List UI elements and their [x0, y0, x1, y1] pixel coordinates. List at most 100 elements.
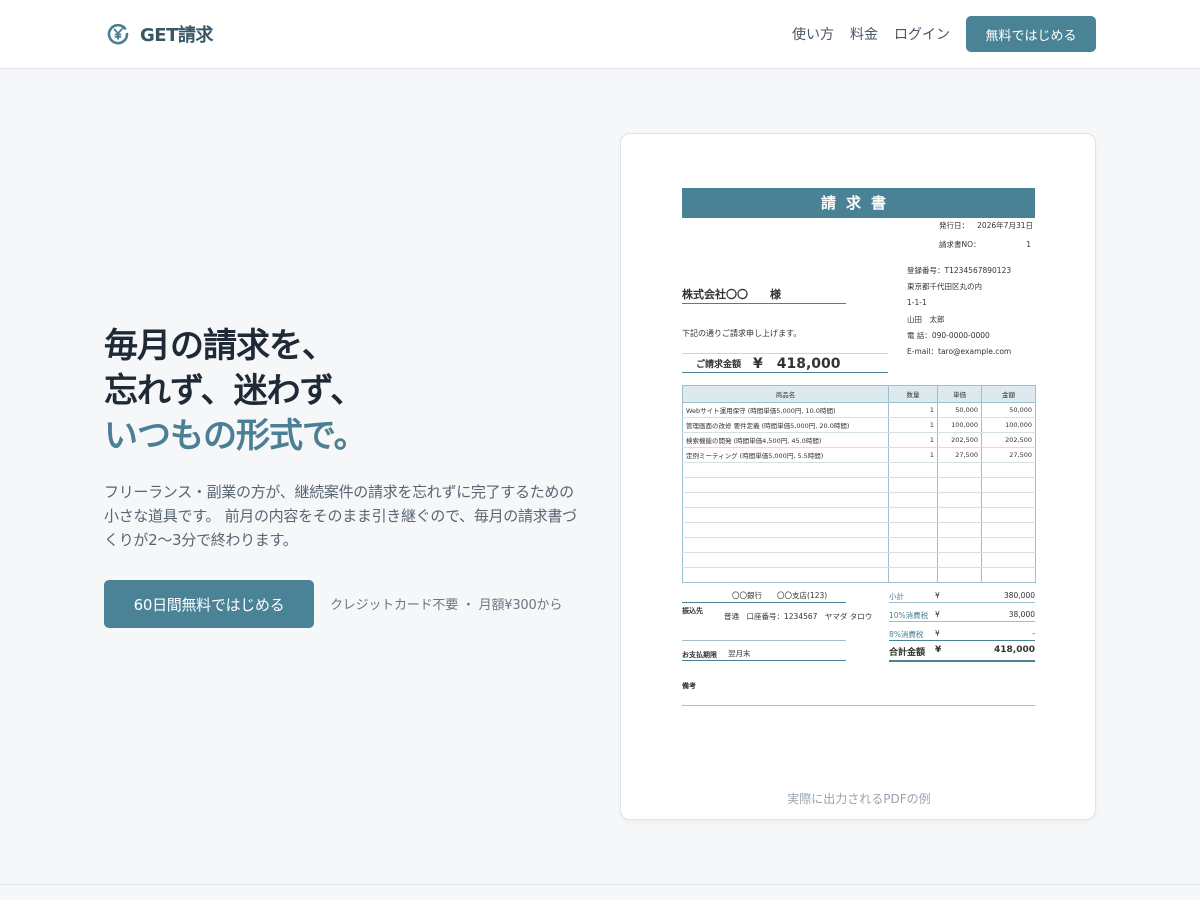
item-unit-price: 202,500: [937, 432, 982, 448]
empty-cell: [937, 477, 982, 493]
empty-cell: [888, 477, 938, 493]
tax8-yen: ¥: [935, 629, 940, 638]
nav-how-to[interactable]: 使い方: [792, 24, 834, 44]
client-company: 株式会社〇〇: [682, 288, 748, 301]
logo[interactable]: GET請求: [106, 21, 213, 47]
tax10-divider: [889, 621, 1035, 622]
hero-title-accent: いつもの形式で。: [104, 416, 368, 456]
bank-name: 〇〇銀行 〇〇支店(123): [732, 591, 828, 600]
empty-cell: [682, 567, 889, 583]
hero-title-line-2: 忘れず、迷わず、: [104, 371, 364, 411]
empty-cell: [981, 537, 1036, 553]
empty-cell: [888, 552, 938, 568]
issuer-address-1: 東京都千代田区丸の内: [907, 282, 982, 291]
start-free-button[interactable]: 無料ではじめる: [966, 16, 1096, 52]
subtotal-value: 380,000: [1003, 591, 1035, 600]
issue-date: 2026年7月31日: [977, 221, 1033, 230]
col-unit-price: 単価: [937, 385, 982, 403]
empty-cell: [682, 537, 889, 553]
empty-cell: [682, 477, 889, 493]
section-divider: [0, 884, 1200, 885]
empty-cell: [981, 567, 1036, 583]
item-name: 定例ミーティング (時間単価5,000円, 5.5時間): [682, 447, 889, 463]
bank-account: 普通 口座番号：1234567 ヤマダ タロウ: [724, 612, 873, 621]
invoice-items-table: 商品名 数量 単価 金額 Webサイト運用保守 (時間単価5,000円, 10.…: [682, 385, 1036, 583]
grand-total-underline: [889, 660, 1035, 662]
issuer-name: 山田 太郎: [907, 315, 945, 324]
invoice-intro: 下記の通りご請求申し上げます。: [682, 329, 802, 338]
tax8-row: 8%消費税 ¥ -: [889, 629, 1035, 640]
issuer-phone: 電 話：090-0000-0000: [907, 331, 990, 340]
client-name: 株式会社〇〇 様: [682, 286, 846, 304]
item-amount: 27,500: [981, 447, 1036, 463]
invoice-preview: 請求書 発行日： 2026年7月31日 請求書NO： 1 登録番号：T12345…: [682, 188, 1036, 708]
empty-table-row: [682, 552, 1036, 568]
table-header-row: 商品名 数量 単価 金額: [682, 385, 1036, 403]
col-qty: 数量: [888, 385, 938, 403]
grand-total-value: 418,000: [994, 645, 1035, 655]
subtotal-row: 小計 ¥ 380,000: [889, 591, 1035, 602]
empty-cell: [981, 462, 1036, 478]
item-amount: 202,500: [981, 432, 1036, 448]
item-name: Webサイト運用保守 (時間単価5,000円, 10.0時間): [682, 402, 889, 418]
item-unit-price: 100,000: [937, 417, 982, 433]
empty-cell: [888, 537, 938, 553]
table-row: 管理画面の改修 要件定義 (時間単価5,000円, 20.0時間) 1 100,00…: [682, 417, 1036, 433]
empty-cell: [937, 552, 982, 568]
empty-table-row: [682, 537, 1036, 553]
item-qty: 1: [888, 417, 938, 433]
amount-value: ¥ 418,000: [753, 356, 841, 372]
invoice-no: 1: [1026, 240, 1031, 249]
bank-underline: [682, 602, 846, 603]
col-item: 商品名: [682, 385, 889, 403]
bank-divider: [682, 640, 846, 641]
item-unit-price: 27,500: [937, 447, 982, 463]
empty-cell: [981, 477, 1036, 493]
empty-cell: [682, 462, 889, 478]
trial-cta-button[interactable]: 60日間無料ではじめる: [104, 580, 314, 628]
item-unit-price: 50,000: [937, 402, 982, 418]
item-name: 管理画面の改修 要件定義 (時間単価5,000円, 20.0時間): [682, 417, 889, 433]
nav-pricing[interactable]: 料金: [850, 24, 878, 44]
issuer-email: E-mail：taro@example.com: [907, 347, 1012, 356]
bank-label: 振込先: [682, 607, 703, 615]
hero-title: 毎月の請求を、 忘れず、迷わず、 いつもの形式で。: [104, 324, 368, 459]
tax10-label: 10%消費税: [889, 611, 929, 620]
empty-cell: [888, 567, 938, 583]
item-qty: 1: [888, 402, 938, 418]
nav-login[interactable]: ログイン: [894, 24, 950, 44]
empty-table-row: [682, 477, 1036, 493]
empty-cell: [981, 507, 1036, 523]
item-amount: 50,000: [981, 402, 1036, 418]
empty-cell: [937, 462, 982, 478]
hero-subtitle: フリーランス・副業の方が、継続案件の請求を忘れずに完了するための小さな道具です。…: [104, 483, 577, 549]
tax8-label: 8%消費税: [889, 630, 924, 639]
empty-table-row: [682, 522, 1036, 538]
hero-title-line-1: 毎月の請求を、: [104, 326, 336, 366]
tax8-divider: [889, 640, 1035, 641]
subtotal-divider: [889, 602, 1035, 603]
tax10-row: 10%消費税 ¥ 38,000: [889, 610, 1035, 621]
tax10-value: 38,000: [1008, 610, 1035, 619]
client-suffix: 様: [770, 288, 781, 301]
empty-cell: [888, 462, 938, 478]
total-amount-box: ご請求金額 ¥ 418,000: [682, 353, 888, 373]
empty-cell: [888, 507, 938, 523]
empty-table-row: [682, 462, 1036, 478]
empty-cell: [937, 507, 982, 523]
empty-table-row: [682, 492, 1036, 508]
tax8-value: -: [1032, 629, 1035, 638]
empty-cell: [937, 567, 982, 583]
empty-cell: [682, 552, 889, 568]
table-row: 定例ミーティング (時間単価5,000円, 5.5時間) 1 27,500 27,50…: [682, 447, 1036, 463]
empty-cell: [981, 552, 1036, 568]
invoice-preview-card: 請求書 発行日： 2026年7月31日 請求書NO： 1 登録番号：T12345…: [620, 133, 1096, 820]
preview-caption: 実際に出力されるPDFの例: [787, 792, 931, 806]
empty-cell: [888, 522, 938, 538]
due-value: 翌月末: [728, 649, 751, 658]
yen-cycle-icon: [107, 23, 129, 45]
col-amount: 金額: [981, 385, 1036, 403]
issuer-address-2: 1-1-1: [907, 298, 927, 307]
empty-cell: [937, 522, 982, 538]
notes-label: 備考: [682, 682, 696, 690]
